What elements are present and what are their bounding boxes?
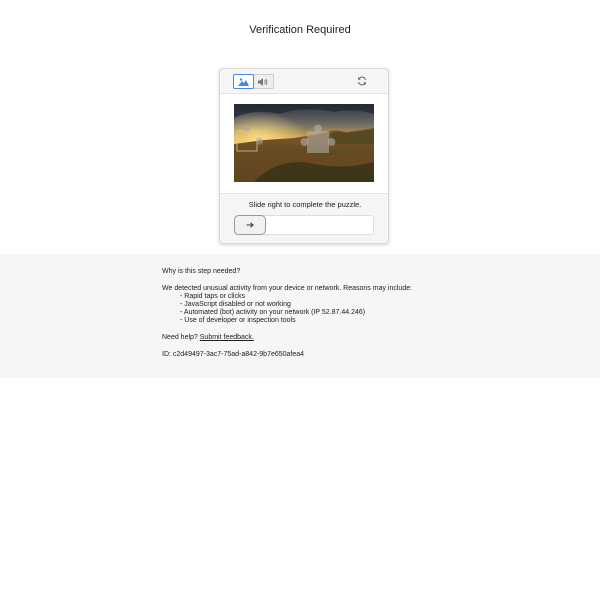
reason-item: Use of developer or inspection tools	[180, 317, 462, 325]
image-mode-button[interactable]	[233, 74, 254, 89]
captcha-header	[220, 69, 388, 94]
refresh-button[interactable]	[356, 75, 368, 87]
captcha-footer: Slide right to complete the puzzle.	[220, 193, 388, 243]
mode-toggle	[233, 74, 274, 89]
arrow-right-icon	[246, 222, 254, 228]
reason-item: Rapid taps or clicks	[180, 293, 462, 301]
page-title: Verification Required	[249, 24, 351, 36]
slider-handle[interactable]	[234, 215, 266, 235]
info-intro: We detected unusual activity from your d…	[162, 285, 413, 292]
info-question: Why is this step needed?	[162, 268, 241, 275]
audio-mode-button[interactable]	[254, 75, 273, 88]
captcha-card: Slide right to complete the puzzle.	[219, 68, 389, 244]
instruction-text: Slide right to complete the puzzle.	[248, 200, 362, 209]
audio-icon	[258, 77, 268, 86]
refresh-icon	[358, 76, 366, 86]
request-id: ID: c2d49497-3ac7-75ad-a842-9b7e650afea4	[162, 351, 305, 358]
image-icon	[237, 77, 249, 86]
reason-item: Automated (bot) activity on your network…	[180, 309, 462, 317]
submit-feedback-link[interactable]: Submit feedback.	[200, 334, 254, 341]
puzzle-image	[234, 104, 374, 182]
help-prefix: Need help?	[162, 334, 198, 341]
slider-track[interactable]	[234, 215, 374, 235]
help-line: Need help? Submit feedback.	[162, 334, 462, 342]
reasons-list: Rapid taps or clicks JavaScript disabled…	[162, 293, 462, 325]
info-section: Why is this step needed? We detected unu…	[0, 254, 600, 378]
reason-item: JavaScript disabled or not working	[180, 301, 462, 309]
